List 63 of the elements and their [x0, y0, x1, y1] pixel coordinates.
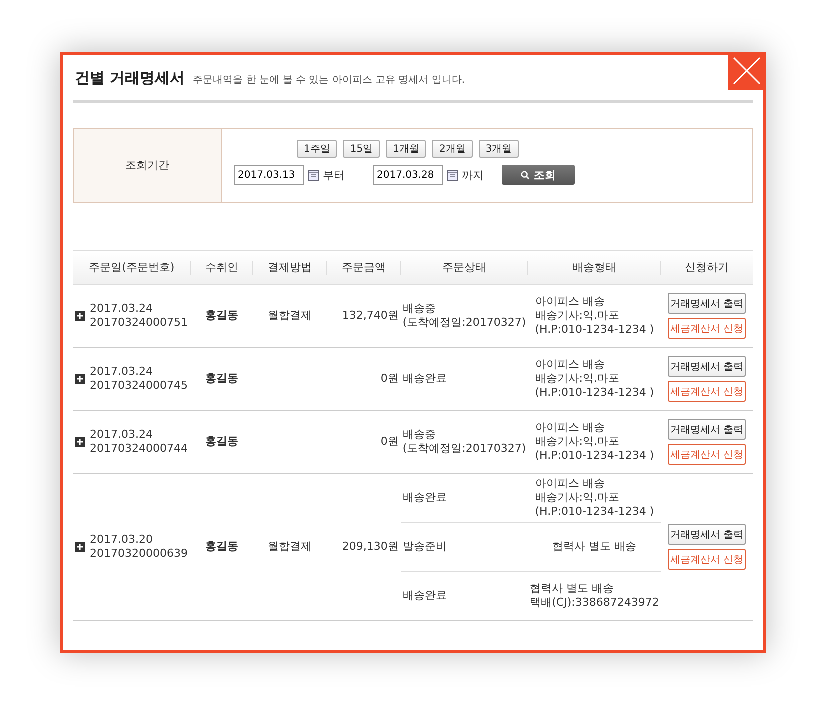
dialog-subtitle: 주문내역을 한 눈에 볼 수 있는 아이피스 고유 명세서 입니다. — [193, 74, 466, 87]
delivery-cell: 아이피스 배송 배송기사:익.마포 (H.P:010-1234-1234 ) — [535, 421, 654, 463]
close-icon — [732, 56, 762, 86]
search-icon — [521, 170, 530, 180]
period-button[interactable]: 1개월 — [386, 140, 426, 158]
close-button[interactable] — [728, 52, 766, 90]
status-cell: 배송중 (도착예정일:20170327) — [402, 428, 526, 456]
delivery-cell: 아이피스 배송 배송기사:익.마포 (H.P:010-1234-1234 ) — [535, 477, 654, 519]
period-button[interactable]: 15일 — [343, 140, 380, 158]
calendar-icon[interactable] — [308, 169, 319, 181]
expand-icon[interactable] — [75, 542, 85, 552]
tax-invoice-button[interactable]: 세금계산서 신청 — [668, 444, 746, 465]
period-label: 조회기간 — [126, 158, 170, 173]
column-header: 주문일(주문번호) — [89, 261, 175, 274]
recipient-cell: 홍길동 — [206, 435, 239, 448]
expand-icon[interactable] — [75, 437, 85, 447]
amount-cell: 0원 — [380, 435, 399, 448]
search-button[interactable]: 조회 — [502, 165, 575, 185]
status-cell-text: 배송완료 — [402, 491, 448, 505]
column-header: 주문금액 — [342, 261, 386, 274]
delivery-cell: 협력사 별도 배송 택배(CJ):338687243972 — [530, 582, 660, 610]
from-label: 부터 — [323, 168, 345, 182]
tax-invoice-button[interactable]: 세금계산서 신청 — [668, 381, 746, 402]
recipient-cell: 홍길동 — [206, 309, 239, 322]
payment-cell: 월합결제 — [268, 540, 312, 553]
column-header: 결제방법 — [268, 261, 312, 274]
column-header: 배송형태 — [572, 261, 617, 274]
status-cell-text: 배송완료 — [402, 589, 448, 603]
tax-invoice-button[interactable]: 세금계산서 신청 — [668, 549, 746, 570]
print-statement-button[interactable]: 거래명세서 출력 — [668, 356, 746, 377]
order-date-cell: 2017.03.20 20170320000639 — [90, 533, 188, 561]
period-button[interactable]: 3개월 — [478, 140, 520, 158]
payment-cell: 월합결제 — [268, 309, 312, 322]
status-cell: 배송중 (도착예정일:20170327) — [402, 302, 526, 330]
status-cell-text: 발송준비 — [402, 540, 448, 554]
print-statement-button[interactable]: 거래명세서 출력 — [668, 524, 746, 545]
print-statement-button[interactable]: 거래명세서 출력 — [668, 293, 746, 314]
recipient-cell: 홍길동 — [206, 540, 239, 553]
print-statement-button[interactable]: 거래명세서 출력 — [668, 419, 746, 440]
period-button[interactable]: 2개월 — [432, 140, 473, 158]
recipient-cell: 홍길동 — [206, 372, 239, 385]
expand-icon[interactable] — [75, 374, 85, 384]
expand-icon[interactable] — [75, 311, 85, 321]
status-cell-text: 배송완료 — [402, 372, 448, 386]
amount-cell: 0원 — [380, 372, 399, 385]
order-date-cell: 2017.03.24 20170324000745 — [90, 365, 188, 393]
period-button[interactable]: 1주일 — [297, 140, 338, 158]
column-header: 주문상태 — [442, 261, 486, 274]
tax-invoice-button[interactable]: 세금계산서 신청 — [668, 318, 746, 339]
from-date-field[interactable]: 2017.03.13 — [234, 165, 304, 185]
column-header: 신청하기 — [685, 261, 730, 274]
order-date-cell: 2017.03.24 20170324000744 — [90, 428, 188, 456]
to-label: 까지 — [462, 168, 484, 182]
order-date-cell: 2017.03.24 20170324000751 — [90, 302, 188, 330]
delivery-cell: 협력사 별도 배송 — [552, 540, 637, 554]
column-header: 수취인 — [206, 261, 239, 274]
delivery-cell: 아이피스 배송 배송기사:익.마포 (H.P:010-1234-1234 ) — [535, 358, 654, 400]
calendar-icon[interactable] — [447, 169, 458, 181]
to-date-field[interactable]: 2017.03.28 — [373, 165, 443, 185]
dialog-title: 건별 거래명세서 — [75, 69, 186, 88]
amount-cell: 132,740원 — [342, 309, 399, 322]
amount-cell: 209,130원 — [342, 540, 399, 553]
delivery-cell: 아이피스 배송 배송기사:익.마포 (H.P:010-1234-1234 ) — [535, 295, 654, 337]
